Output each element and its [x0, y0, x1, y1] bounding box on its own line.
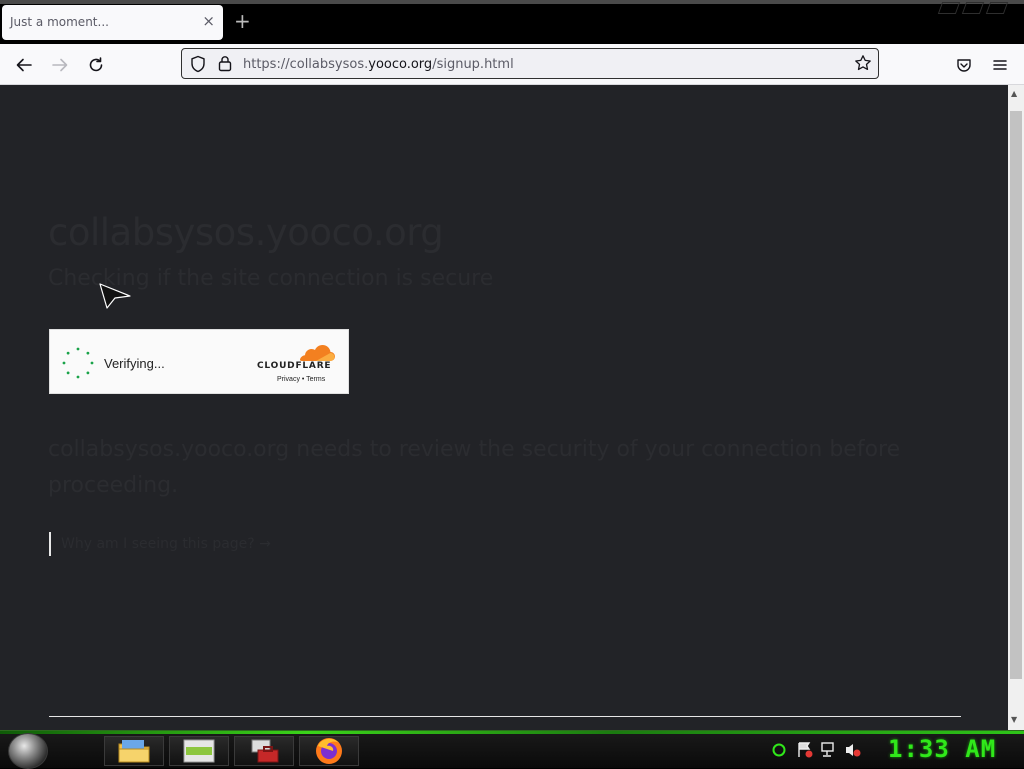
url-host: yooco.org [368, 57, 433, 72]
why-am-i-seeing-link[interactable]: Why am I seeing this page? → [49, 532, 271, 556]
maximize-button[interactable] [961, 2, 985, 14]
verifying-status: Verifying... [104, 356, 165, 371]
back-button[interactable] [11, 52, 37, 78]
system-tray [760, 737, 880, 763]
pocket-button[interactable] [951, 52, 977, 78]
taskbar-app-files[interactable] [104, 736, 164, 766]
bookmark-star-icon[interactable] [854, 54, 872, 72]
forward-button[interactable] [47, 52, 73, 78]
network-icon[interactable] [820, 741, 838, 759]
scrollbar-thumb[interactable] [1010, 111, 1022, 679]
page-viewport: collabsysos.yooco.org Checking if the si… [0, 85, 1008, 730]
mouse-cursor-icon [99, 283, 131, 309]
cloudflare-cloud-icon [300, 345, 335, 361]
taskbar-app-acer[interactable] [169, 736, 229, 766]
action-center-flag-icon[interactable] [796, 741, 814, 759]
url-text[interactable]: https://collabsysos.yooco.org/signup.htm… [243, 57, 514, 72]
volume-muted-icon[interactable] [844, 741, 862, 759]
spinner-icon [62, 347, 94, 379]
pocket-icon [957, 59, 971, 72]
arrow-left-icon [16, 58, 32, 72]
taskbar: 1:33 AM [0, 730, 1024, 769]
tab-close-icon[interactable]: × [202, 12, 215, 30]
taskbar-app-toolbox[interactable] [234, 736, 294, 766]
close-window-button[interactable] [985, 2, 1009, 14]
review-message: collabsysos.yooco.org needs to review th… [48, 437, 901, 498]
tab-active[interactable]: Just a moment... × [2, 5, 223, 40]
start-button[interactable] [8, 733, 48, 769]
privacy-terms-links[interactable]: Privacy • Terms [277, 376, 325, 383]
navigation-bar: https://collabsysos.yooco.org/signup.htm… [0, 44, 1024, 85]
toolbox-icon [251, 739, 279, 763]
cloudflare-challenge-widget[interactable]: Verifying... CLOUDFLARE Privacy • Terms [49, 329, 349, 394]
scroll-up-icon[interactable]: ▲ [1011, 89, 1017, 98]
window-controls [936, 0, 1016, 18]
reload-button[interactable] [83, 52, 109, 78]
scroll-down-icon[interactable]: ▼ [1011, 715, 1017, 724]
taskbar-clock[interactable]: 1:33 AM [888, 735, 996, 763]
window-top-border [0, 0, 1024, 4]
arrow-right-icon [52, 58, 68, 72]
url-path: /signup.html [432, 57, 514, 72]
taskbar-accent-stripe [0, 731, 1024, 734]
tab-strip: Just a moment... × + [0, 0, 1024, 44]
cloudflare-brand: CLOUDFLARE [257, 361, 332, 371]
minimize-button[interactable] [937, 2, 961, 14]
acer-logo-icon [183, 739, 215, 763]
shield-icon[interactable] [190, 55, 206, 73]
firefox-icon [316, 738, 342, 764]
reload-icon [89, 57, 103, 72]
url-prefix: https://collabsysos. [243, 57, 369, 72]
lock-icon[interactable] [218, 55, 232, 72]
menu-button[interactable] [987, 52, 1013, 78]
hamburger-menu-icon [993, 60, 1007, 70]
folder-icon [118, 740, 150, 763]
new-tab-button[interactable]: + [234, 10, 251, 32]
taskbar-app-firefox[interactable] [299, 736, 359, 766]
page-title: collabsysos.yooco.org [48, 211, 444, 254]
status-green-icon[interactable] [772, 743, 786, 757]
footer-divider [49, 716, 961, 717]
url-bar[interactable]: https://collabsysos.yooco.org/signup.htm… [181, 48, 879, 79]
tab-title: Just a moment... [10, 15, 109, 29]
vertical-scrollbar[interactable]: ▲ ▼ [1008, 85, 1024, 730]
